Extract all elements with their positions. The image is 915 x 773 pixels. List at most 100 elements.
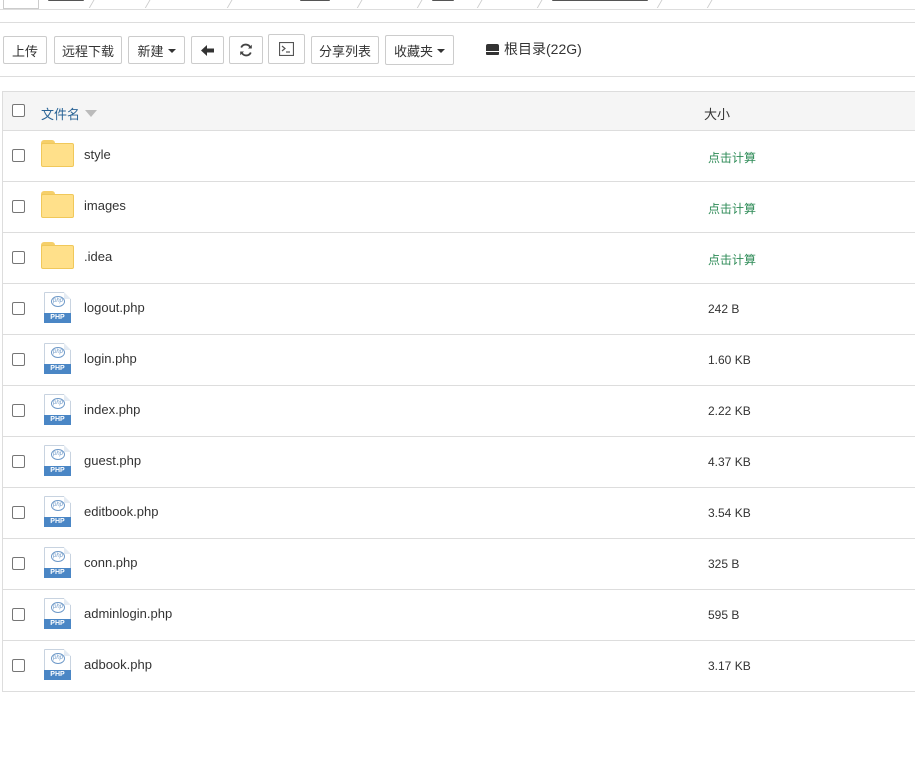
- php-file-icon[interactable]: php PHP: [44, 292, 71, 323]
- row-checkbox[interactable]: [12, 455, 25, 468]
- php-logo: php: [51, 551, 65, 562]
- file-size: 3.54 KB: [708, 506, 751, 520]
- file-size: 2.22 KB: [708, 404, 751, 418]
- row-checkbox[interactable]: [12, 404, 25, 417]
- row-checkbox[interactable]: [12, 353, 25, 366]
- row-checkbox[interactable]: [12, 608, 25, 621]
- header-name-label: 文件名: [41, 107, 81, 122]
- php-logo: php: [51, 653, 65, 664]
- file-name[interactable]: style: [84, 147, 111, 162]
- toolbar: 上传 远程下载 新建 分享列表 收藏夹 根目录(22G): [0, 22, 915, 77]
- table-row[interactable]: php PHP adminlogin.php 595 B: [3, 590, 915, 641]
- folder-icon[interactable]: [41, 242, 74, 269]
- php-badge: PHP: [44, 364, 71, 374]
- remote-download-button-label: 远程下载: [61, 43, 114, 59]
- row-checkbox[interactable]: [12, 251, 25, 264]
- row-checkbox[interactable]: [12, 659, 25, 672]
- terminal-icon: [279, 42, 294, 56]
- file-size: 325 B: [708, 557, 740, 571]
- share-list-button[interactable]: 分享列表: [311, 36, 379, 64]
- file-size: 242 B: [708, 302, 740, 316]
- caret-down-icon: [167, 48, 176, 53]
- breadcrumb-separator: [476, 0, 485, 8]
- sort-by-name-header[interactable]: 文件名: [41, 104, 98, 123]
- file-name[interactable]: adbook.php: [84, 657, 152, 672]
- row-checkbox[interactable]: [12, 557, 25, 570]
- php-badge: PHP: [44, 619, 71, 629]
- breadcrumb-home[interactable]: [3, 0, 39, 9]
- file-name[interactable]: editbook.php: [84, 504, 158, 519]
- file-name[interactable]: logout.php: [84, 300, 145, 315]
- back-button[interactable]: [191, 36, 224, 64]
- table-row[interactable]: php PHP guest.php 4.37 KB: [3, 437, 915, 488]
- php-badge: PHP: [44, 415, 71, 425]
- php-file-icon[interactable]: php PHP: [44, 343, 71, 374]
- php-file-icon[interactable]: php PHP: [44, 496, 71, 527]
- breadcrumb-separator: [656, 0, 665, 8]
- php-file-icon[interactable]: php PHP: [44, 649, 71, 680]
- file-name[interactable]: login.php: [84, 351, 137, 366]
- folder-icon[interactable]: [41, 191, 74, 218]
- php-badge: PHP: [44, 568, 71, 578]
- table-row[interactable]: php PHP login.php 1.60 KB: [3, 335, 915, 386]
- calculate-size-link[interactable]: 点击计算: [708, 149, 756, 166]
- remote-download-button[interactable]: 远程下载: [54, 36, 122, 64]
- php-file-icon[interactable]: php PHP: [44, 445, 71, 476]
- row-checkbox[interactable]: [12, 302, 25, 315]
- file-name[interactable]: conn.php: [84, 555, 138, 570]
- file-name[interactable]: .idea: [84, 249, 112, 264]
- breadcrumb-separator: [416, 0, 425, 8]
- file-name[interactable]: guest.php: [84, 453, 141, 468]
- php-file-icon[interactable]: php PHP: [44, 598, 71, 629]
- table-row[interactable]: php PHP adbook.php 3.17 KB: [3, 641, 915, 692]
- favorites-dropdown-button[interactable]: 收藏夹: [385, 35, 454, 65]
- file-table: 文件名 大小 style 点击计算 images 点击计算 .idea 点击计算 php PH…: [2, 91, 915, 692]
- table-row[interactable]: php PHP editbook.php 3.54 KB: [3, 488, 915, 539]
- file-name[interactable]: adminlogin.php: [84, 606, 172, 621]
- php-badge: PHP: [44, 670, 71, 680]
- row-checkbox[interactable]: [12, 149, 25, 162]
- table-row[interactable]: .idea 点击计算: [3, 233, 915, 284]
- table-row[interactable]: php PHP logout.php 242 B: [3, 284, 915, 335]
- arrow-left-icon: [201, 44, 214, 56]
- file-size: 4.37 KB: [708, 455, 751, 469]
- upload-button[interactable]: 上传: [3, 36, 47, 64]
- row-checkbox[interactable]: [12, 200, 25, 213]
- table-header: 文件名 大小: [3, 91, 915, 131]
- row-checkbox[interactable]: [12, 506, 25, 519]
- php-logo: php: [51, 602, 65, 613]
- root-directory-label[interactable]: 根目录(22G): [486, 39, 582, 59]
- header-size-label: 大小: [704, 107, 731, 122]
- folder-icon[interactable]: [41, 140, 74, 167]
- php-badge: PHP: [44, 313, 71, 323]
- table-row[interactable]: php PHP conn.php 325 B: [3, 539, 915, 590]
- php-file-icon[interactable]: php PHP: [44, 547, 71, 578]
- php-logo: php: [51, 347, 65, 358]
- file-name[interactable]: index.php: [84, 402, 140, 417]
- new-dropdown-button[interactable]: 新建: [128, 36, 185, 64]
- php-badge: PHP: [44, 466, 71, 476]
- sort-caret-icon: [85, 110, 98, 117]
- file-size: 595 B: [708, 608, 740, 622]
- breadcrumb-separator: [88, 0, 97, 8]
- root-directory-text: 根目录(22G): [504, 41, 582, 57]
- breadcrumb-text-fragment: [300, 0, 330, 1]
- breadcrumb-separator: [226, 0, 235, 8]
- select-all-checkbox[interactable]: [12, 104, 25, 117]
- calculate-size-link[interactable]: 点击计算: [708, 251, 756, 268]
- refresh-button[interactable]: [229, 36, 263, 64]
- caret-down-icon: [437, 48, 445, 53]
- upload-button-label: 上传: [11, 43, 38, 59]
- table-row[interactable]: style 点击计算: [3, 131, 915, 182]
- table-row[interactable]: images 点击计算: [3, 182, 915, 233]
- php-file-icon[interactable]: php PHP: [44, 394, 71, 425]
- breadcrumb-separator: [536, 0, 545, 8]
- terminal-button[interactable]: [268, 34, 305, 64]
- new-button-label: 新建: [137, 43, 164, 59]
- table-row[interactable]: php PHP index.php 2.22 KB: [3, 386, 915, 437]
- breadcrumb-text-fragment: [48, 0, 84, 1]
- file-name[interactable]: images: [84, 198, 126, 213]
- breadcrumb-text-fragment: [552, 0, 648, 1]
- refresh-icon: [240, 43, 252, 57]
- calculate-size-link[interactable]: 点击计算: [708, 200, 756, 217]
